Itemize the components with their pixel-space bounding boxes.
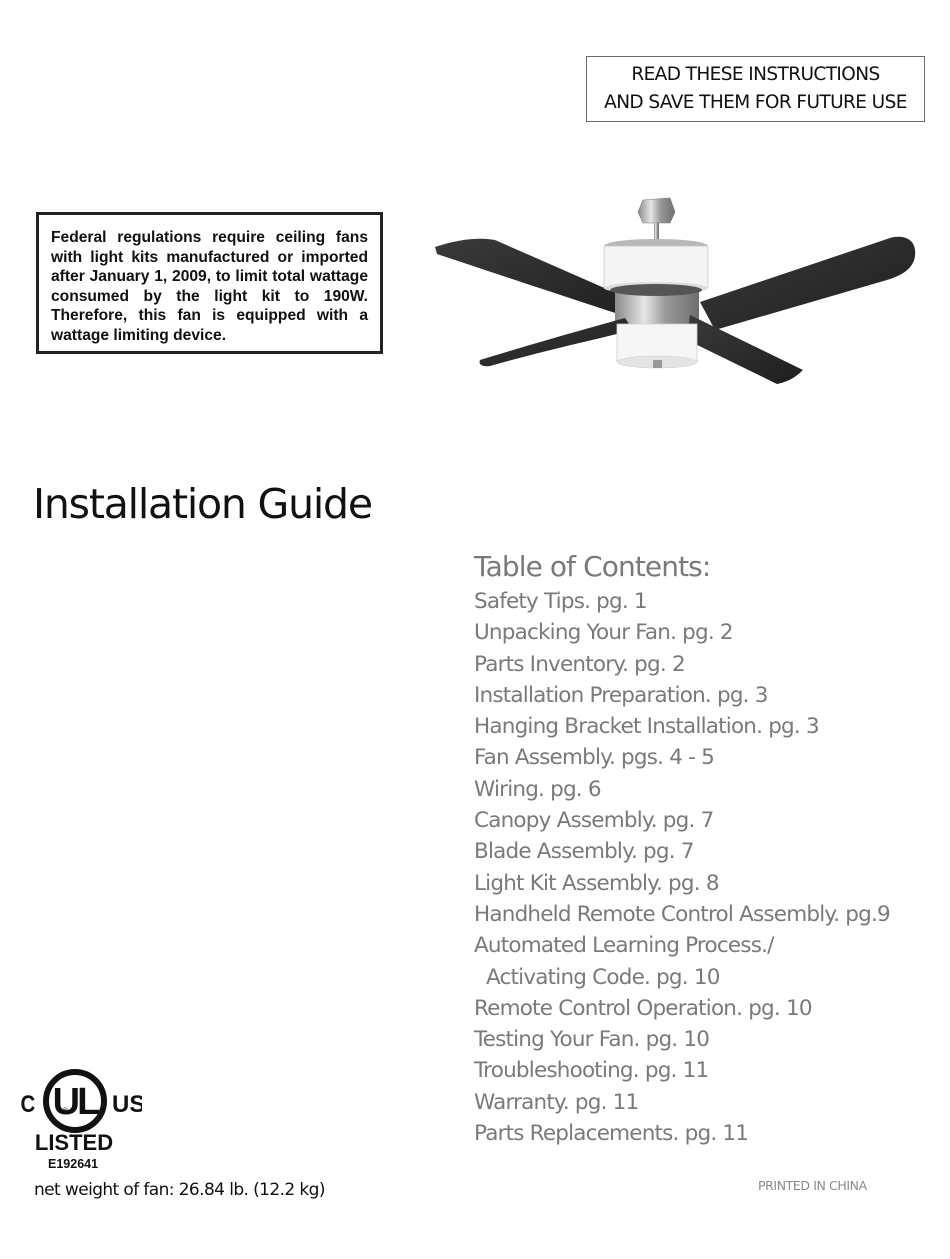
- toc-item: Wiring. pg. 6: [474, 776, 602, 802]
- ul-logo-listed: LISTED: [35, 1130, 113, 1155]
- federal-notice-text: Federal regulations require ceiling fans…: [51, 229, 368, 344]
- toc-item: Troubleshooting. pg. 11: [474, 1058, 709, 1084]
- notice-line-2: AND SAVE THEM FOR FUTURE USE: [604, 92, 907, 113]
- toc-item: Safety Tips. pg. 1: [474, 589, 648, 614]
- toc-item: Canopy Assembly. pg. 7: [474, 808, 714, 834]
- net-weight: net weight of fan: 26.84 lb. (12.2 kg): [34, 1180, 325, 1200]
- toc-item: Hanging Bracket Installation. pg. 3: [474, 714, 820, 740]
- toc-item: Testing Your Fan. pg. 10: [474, 1027, 710, 1053]
- fan-finial: [653, 360, 662, 368]
- toc-item: Installation Preparation. pg. 3: [474, 682, 768, 708]
- fan-blade: [479, 318, 633, 367]
- ul-logo-c: C: [21, 1090, 36, 1117]
- ul-file-number: E192641: [48, 1157, 99, 1171]
- toc-item: Automated Learning Process./: [474, 933, 774, 959]
- toc-item: Parts Replacements. pg. 11: [474, 1121, 749, 1147]
- toc-item: Warranty. pg. 11: [474, 1089, 639, 1115]
- toc-list: Safety Tips. pg. 1 Unpacking Your Fan. p…: [474, 586, 891, 1149]
- fan-blade: [687, 315, 803, 384]
- ul-listed-logo: C UL ® US LISTED: [21, 1069, 142, 1155]
- toc-item: Remote Control Operation. pg. 10: [474, 995, 813, 1021]
- ceiling-fan-image: [435, 197, 916, 384]
- ul-logo-mark: UL: [53, 1081, 100, 1123]
- toc-heading: Table of Contents:: [474, 550, 711, 583]
- save-instructions-notice: READ THESE INSTRUCTIONS AND SAVE THEM FO…: [586, 56, 925, 122]
- table-of-contents: Table of Contents: Safety Tips. pg. 1 Un…: [474, 548, 891, 1149]
- toc-item: Light Kit Assembly. pg. 8: [474, 870, 720, 896]
- fan-canopy: [637, 197, 676, 224]
- toc-item-continued-text: Activating Code. pg. 10: [486, 964, 720, 990]
- toc-item-continued: Activating Code. pg. 10: [474, 962, 890, 993]
- notice-line-1: READ THESE INSTRUCTIONS: [631, 64, 880, 85]
- fan-blade: [700, 236, 916, 330]
- toc-item: Parts Inventory. pg. 2: [474, 651, 686, 677]
- page-title: Installation Guide: [33, 480, 373, 528]
- toc-item: Fan Assembly. pgs. 4 - 5: [474, 745, 715, 771]
- federal-regulation-notice: Federal regulations require ceiling fans…: [36, 212, 383, 354]
- ul-logo-us: US: [112, 1091, 142, 1118]
- printed-in-china: PRINTED IN CHINA: [758, 1178, 867, 1193]
- registered-mark: ®: [62, 1106, 69, 1116]
- toc-item: Blade Assembly. pg. 7: [474, 839, 694, 865]
- toc-item: Unpacking Your Fan. pg. 2: [474, 620, 734, 646]
- toc-item: Handheld Remote Control Assembly. pg.9: [474, 901, 891, 927]
